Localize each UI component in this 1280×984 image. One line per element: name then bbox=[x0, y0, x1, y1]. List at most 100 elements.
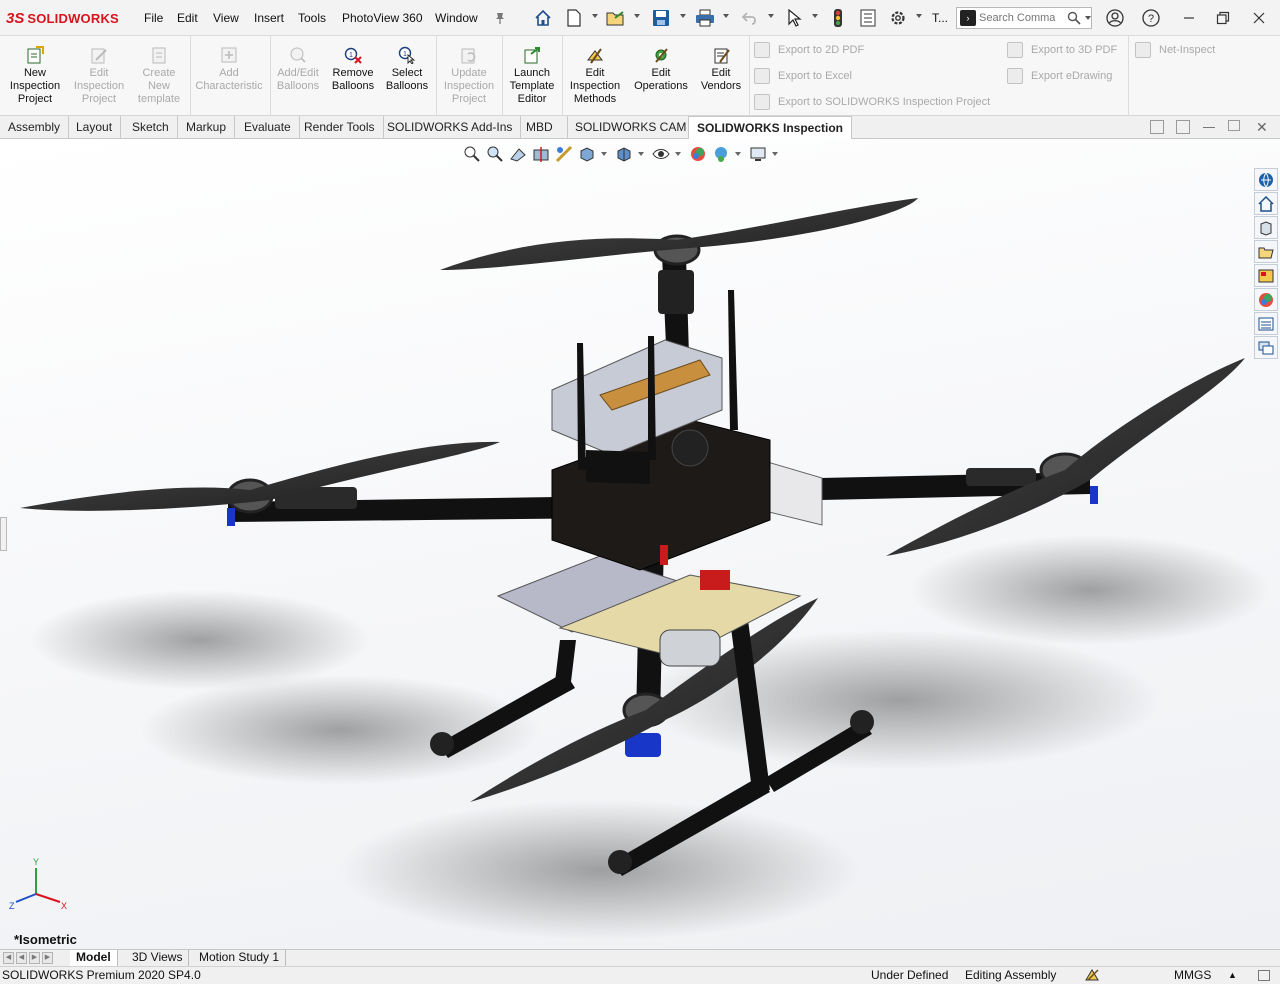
add-edit-balloons-button[interactable]: Add/Edit Balloons bbox=[272, 46, 324, 93]
undo-dropdown-caret[interactable] bbox=[768, 14, 774, 18]
menu-window[interactable]: Window bbox=[435, 11, 478, 25]
print-dropdown-caret[interactable] bbox=[723, 14, 729, 18]
edit-inspection-project-button[interactable]: Edit Inspection Project bbox=[68, 46, 130, 106]
zoom-to-area-icon[interactable] bbox=[485, 144, 505, 164]
tab-evaluate[interactable]: Evaluate bbox=[236, 116, 300, 139]
select-balloons-button[interactable]: 1 Select Balloons bbox=[381, 46, 433, 93]
edit-inspection-methods-button[interactable]: Edit Inspection Methods bbox=[564, 46, 626, 106]
section-view-icon[interactable] bbox=[531, 144, 551, 164]
restore-window-icon[interactable] bbox=[1212, 8, 1234, 28]
unit-system[interactable]: MMGS bbox=[1174, 967, 1211, 984]
appearances-icon[interactable] bbox=[1254, 264, 1278, 287]
tab-sketch[interactable]: Sketch bbox=[124, 116, 178, 139]
doc-minimize-icon[interactable] bbox=[1203, 127, 1215, 128]
view-settings-icon[interactable] bbox=[748, 144, 768, 164]
prev-tab-arrow-icon[interactable]: ◀ bbox=[16, 952, 27, 964]
view-palette-icon[interactable] bbox=[1254, 240, 1278, 263]
design-library-icon[interactable] bbox=[1254, 192, 1278, 215]
menu-insert[interactable]: Insert bbox=[254, 11, 284, 25]
tab-mbd[interactable]: MBD bbox=[512, 116, 568, 139]
tab-solidworks-add-ins[interactable]: SOLIDWORKS Add-Ins bbox=[379, 116, 522, 139]
menu-tools[interactable]: Tools bbox=[298, 11, 326, 25]
export-edrawing-button[interactable]: Export eDrawing bbox=[1007, 68, 1112, 84]
feature-manager-collapse-handle[interactable] bbox=[0, 517, 7, 551]
remove-balloons-button[interactable]: 1 Remove Balloons bbox=[327, 46, 379, 93]
tab-solidworks-cam[interactable]: SOLIDWORKS CAM bbox=[567, 116, 696, 139]
tab-render-tools[interactable]: Render Tools bbox=[296, 116, 384, 139]
new-inspection-project-button[interactable]: New Inspection Project bbox=[6, 46, 64, 106]
create-new-template-button[interactable]: Create New template bbox=[130, 46, 188, 106]
search-input[interactable] bbox=[979, 12, 1067, 24]
pin-icon[interactable] bbox=[490, 8, 510, 28]
export-2d-pdf-button[interactable]: Export to 2D PDF bbox=[754, 42, 864, 58]
export-3d-pdf-button[interactable]: Export to 3D PDF bbox=[1007, 42, 1117, 58]
last-tab-arrow-icon[interactable]: ▶ bbox=[42, 952, 53, 964]
edit-operations-button[interactable]: Edit Operations bbox=[629, 46, 693, 93]
tab-layout[interactable]: Layout bbox=[68, 116, 122, 139]
rebuild-icon[interactable] bbox=[828, 8, 848, 28]
forum-icon[interactable] bbox=[1254, 336, 1278, 359]
menu-file[interactable]: File bbox=[144, 11, 163, 25]
view-orientation-icon[interactable] bbox=[577, 144, 597, 164]
solidworks-resources-icon[interactable] bbox=[1254, 168, 1278, 191]
previous-view-icon[interactable] bbox=[508, 144, 528, 164]
close-icon[interactable] bbox=[1248, 8, 1270, 28]
solidworks-logo[interactable]: 3S SOLIDWORKS bbox=[6, 8, 119, 28]
new-document-icon[interactable] bbox=[564, 8, 584, 28]
tab-model[interactable]: Model bbox=[70, 950, 118, 967]
unit-caret-icon[interactable]: ▲ bbox=[1228, 967, 1237, 984]
first-tab-arrow-icon[interactable]: ◀ bbox=[3, 952, 14, 964]
view-orientation-caret[interactable] bbox=[601, 152, 607, 156]
graphics-area[interactable]: Y X Z *Isometric bbox=[0, 139, 1280, 949]
tab-solidworks-inspection[interactable]: SOLIDWORKS Inspection bbox=[688, 116, 853, 140]
scenes-icon[interactable] bbox=[1254, 288, 1278, 311]
menu-overflow[interactable]: T... bbox=[932, 11, 948, 25]
next-tab-arrow-icon[interactable]: ▶ bbox=[29, 952, 40, 964]
undo-icon[interactable] bbox=[740, 8, 760, 28]
display-style-icon[interactable] bbox=[614, 144, 634, 164]
open-icon[interactable] bbox=[606, 8, 626, 28]
zoom-to-fit-icon[interactable] bbox=[462, 144, 482, 164]
options-icon[interactable] bbox=[888, 8, 908, 28]
tab-motion-study-1[interactable]: Motion Study 1 bbox=[193, 950, 287, 967]
hide-show-items-icon[interactable] bbox=[651, 144, 671, 164]
edit-vendors-button[interactable]: Edit Vendors bbox=[696, 46, 746, 93]
save-dropdown-caret[interactable] bbox=[680, 14, 686, 18]
new-dropdown-caret[interactable] bbox=[592, 14, 598, 18]
select-dropdown-caret[interactable] bbox=[812, 14, 818, 18]
file-properties-icon[interactable] bbox=[858, 8, 878, 28]
tab-markup[interactable]: Markup bbox=[178, 116, 236, 139]
tab-3d-views[interactable]: 3D Views bbox=[126, 950, 190, 967]
display-style-caret[interactable] bbox=[638, 152, 644, 156]
doc-close-icon[interactable]: ✕ bbox=[1256, 119, 1268, 136]
menu-photoview[interactable]: PhotoView 360 bbox=[342, 11, 423, 25]
user-account-icon[interactable] bbox=[1104, 8, 1126, 28]
search-commands-box[interactable]: › bbox=[956, 7, 1092, 29]
drone-assembly-model[interactable] bbox=[0, 139, 1280, 949]
apply-scene-icon[interactable] bbox=[711, 144, 731, 164]
home-icon[interactable] bbox=[533, 8, 553, 28]
open-dropdown-caret[interactable] bbox=[634, 14, 640, 18]
file-explorer-icon[interactable] bbox=[1254, 216, 1278, 239]
add-characteristic-button[interactable]: Add Characteristic bbox=[192, 46, 266, 93]
save-icon[interactable] bbox=[651, 8, 671, 28]
help-icon[interactable]: ? bbox=[1140, 8, 1162, 28]
menu-view[interactable]: View bbox=[213, 11, 239, 25]
apply-scene-caret[interactable] bbox=[735, 152, 741, 156]
launch-template-editor-button[interactable]: Launch Template Editor bbox=[504, 46, 560, 106]
custom-properties-icon[interactable] bbox=[1254, 312, 1278, 335]
doc-tile-right-icon[interactable] bbox=[1176, 120, 1190, 134]
status-message-icon[interactable] bbox=[1258, 970, 1270, 981]
dynamic-annotation-icon[interactable] bbox=[554, 144, 574, 164]
rebuild-status-icon[interactable] bbox=[1084, 968, 1100, 984]
tab-assembly[interactable]: Assembly bbox=[0, 116, 70, 139]
edit-appearance-icon[interactable] bbox=[688, 144, 708, 164]
search-icon[interactable] bbox=[1067, 11, 1081, 25]
minimize-icon[interactable] bbox=[1178, 8, 1200, 28]
menu-edit[interactable]: Edit bbox=[177, 11, 198, 25]
print-icon[interactable] bbox=[695, 8, 715, 28]
view-settings-caret[interactable] bbox=[772, 152, 778, 156]
net-inspect-button[interactable]: Net-Inspect bbox=[1135, 42, 1215, 58]
export-inspection-project-button[interactable]: Export to SOLIDWORKS Inspection Project bbox=[754, 94, 990, 110]
update-inspection-project-button[interactable]: Update Inspection Project bbox=[438, 46, 500, 106]
